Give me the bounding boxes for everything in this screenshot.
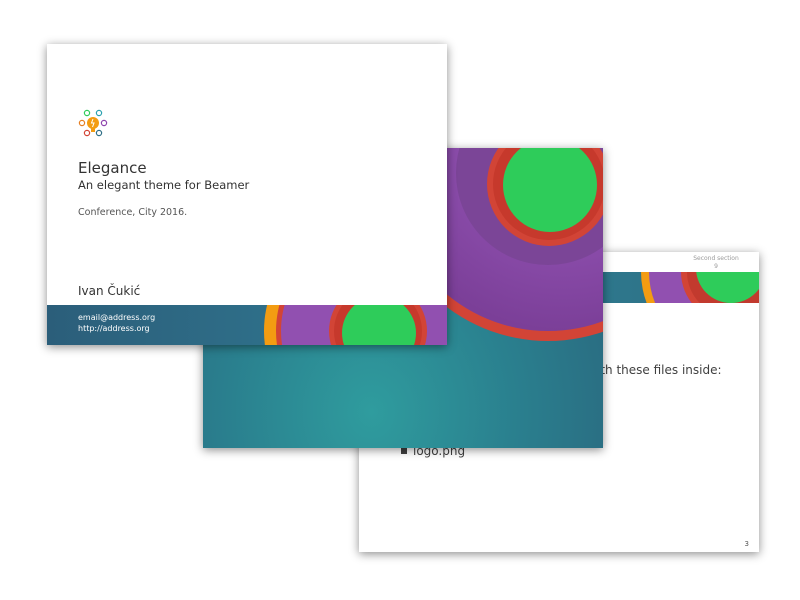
- website-link[interactable]: http://address.org: [78, 324, 155, 335]
- bullet-square-icon: [401, 448, 407, 454]
- page-number: 3: [744, 540, 749, 548]
- contact-info: email@address.org http://address.org: [78, 313, 155, 334]
- body-text: ith these files inside:: [597, 363, 722, 377]
- email-link[interactable]: email@address.org: [78, 313, 155, 324]
- author-name: Ivan Čukić: [78, 284, 141, 298]
- section-indicator: Second section 9: [681, 255, 751, 271]
- lightbulb-gears-icon: [78, 109, 108, 137]
- slide-1-title[interactable]: Elegance An elegant theme for Beamer Con…: [47, 44, 447, 345]
- conference-info: Conference, City 2016.: [78, 207, 188, 218]
- section-title: Second section: [693, 255, 739, 262]
- footer-band: email@address.org http://address.org: [47, 305, 447, 345]
- presentation-subtitle: An elegant theme for Beamer: [78, 178, 250, 192]
- section-number: 9: [714, 263, 718, 270]
- presentation-title: Elegance: [78, 159, 147, 177]
